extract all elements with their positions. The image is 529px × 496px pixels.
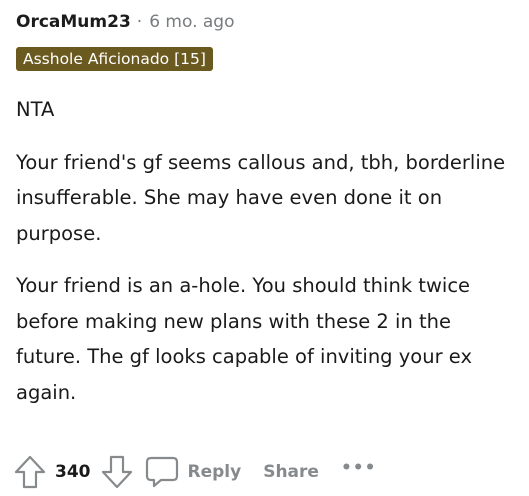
arrow-down-icon xyxy=(101,455,132,489)
comment-paragraph: Your friend is an a-hole. You should thi… xyxy=(16,274,473,404)
user-flair: Asshole Aficionado [15] xyxy=(16,47,213,71)
share-button[interactable]: Share xyxy=(263,462,319,482)
comment-actions: 340 Reply Share ••• xyxy=(14,454,377,490)
username-link[interactable]: OrcaMum23 xyxy=(16,12,131,32)
reply-button[interactable]: Reply xyxy=(145,455,242,489)
comment-meta: OrcaMum23 · 6 mo. ago xyxy=(16,11,235,33)
meta-separator: · xyxy=(136,12,143,32)
reply-label: Reply xyxy=(187,462,242,482)
comment-body: NTA Your friend's gf seems callous and, … xyxy=(16,92,521,427)
vote-score: 340 xyxy=(55,462,91,482)
arrow-up-icon xyxy=(14,455,46,489)
comment-paragraph: NTA xyxy=(16,98,55,121)
timestamp[interactable]: 6 mo. ago xyxy=(149,12,234,32)
more-options-button[interactable]: ••• xyxy=(341,458,377,478)
speech-bubble-icon xyxy=(145,456,178,488)
downvote-button[interactable] xyxy=(101,455,133,489)
upvote-button[interactable] xyxy=(14,455,46,489)
comment-paragraph: Your friend's gf seems callous and, tbh,… xyxy=(16,150,506,245)
